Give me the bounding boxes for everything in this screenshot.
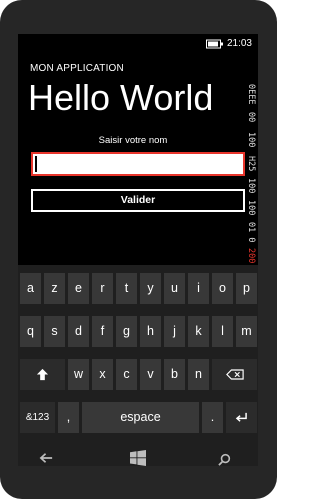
on-screen-keyboard: a z e r t y u i o p q s d f g h j k l m: [18, 265, 258, 466]
windows-logo-icon[interactable]: [130, 450, 146, 466]
counter-value: 100: [246, 178, 256, 194]
search-icon[interactable]: [218, 453, 231, 466]
counter-value: 100: [246, 200, 256, 216]
enter-icon: [235, 412, 247, 422]
key-d[interactable]: d: [68, 316, 89, 347]
key-o[interactable]: o: [212, 273, 233, 304]
key-f[interactable]: f: [92, 316, 113, 347]
phone-body: 21:03 MON APPLICATION Hello World Saisir…: [0, 0, 277, 499]
status-bar: 21:03: [18, 34, 258, 54]
key-x[interactable]: x: [92, 359, 113, 390]
key-m[interactable]: m: [236, 316, 257, 347]
key-v[interactable]: v: [140, 359, 161, 390]
key-t[interactable]: t: [116, 273, 137, 304]
name-prompt-label: Saisir votre nom: [98, 135, 168, 146]
key-w[interactable]: w: [68, 359, 89, 390]
key-k[interactable]: k: [188, 316, 209, 347]
counter-value: 100: [246, 132, 256, 148]
key-e[interactable]: e: [68, 273, 89, 304]
counter-value: H25: [246, 156, 256, 172]
backspace-icon: [226, 369, 244, 380]
key-p[interactable]: p: [236, 273, 257, 304]
key-j[interactable]: j: [164, 316, 185, 347]
counter-value: 200: [246, 248, 256, 264]
shift-arrow-icon: [36, 368, 49, 381]
key-l[interactable]: l: [212, 316, 233, 347]
screen: 21:03 MON APPLICATION Hello World Saisir…: [18, 34, 258, 466]
key-a[interactable]: a: [20, 273, 41, 304]
shift-key[interactable]: [20, 359, 65, 390]
key-b[interactable]: b: [164, 359, 185, 390]
text-caret: [35, 156, 37, 172]
space-key[interactable]: espace: [82, 402, 199, 433]
key-r[interactable]: r: [92, 273, 113, 304]
backspace-key[interactable]: [212, 359, 257, 390]
name-input[interactable]: [31, 152, 245, 176]
key-n[interactable]: n: [188, 359, 209, 390]
key-i[interactable]: i: [188, 273, 209, 304]
counter-value: 01 0: [246, 222, 256, 243]
validate-button[interactable]: Valider: [31, 189, 245, 212]
enter-key[interactable]: [226, 402, 257, 433]
app-title: MON APPLICATION: [30, 63, 124, 74]
frame-rate-counter: 0EEE 00 100 H25 100 100 01 0 200 98: [246, 84, 256, 278]
key-y[interactable]: y: [140, 273, 161, 304]
key-g[interactable]: g: [116, 316, 137, 347]
back-arrow-icon[interactable]: [39, 452, 54, 464]
comma-key[interactable]: ,: [58, 402, 79, 433]
key-s[interactable]: s: [44, 316, 65, 347]
symbols-key[interactable]: &123: [20, 402, 55, 433]
period-key[interactable]: .: [202, 402, 223, 433]
battery-icon: [206, 39, 223, 49]
key-z[interactable]: z: [44, 273, 65, 304]
counter-value: 00: [246, 112, 256, 123]
counter-value: 0EEE: [246, 84, 256, 105]
key-c[interactable]: c: [116, 359, 137, 390]
key-h[interactable]: h: [140, 316, 161, 347]
key-q[interactable]: q: [20, 316, 41, 347]
key-u[interactable]: u: [164, 273, 185, 304]
status-time: 21:03: [226, 38, 252, 49]
page-title: Hello World: [28, 77, 214, 118]
